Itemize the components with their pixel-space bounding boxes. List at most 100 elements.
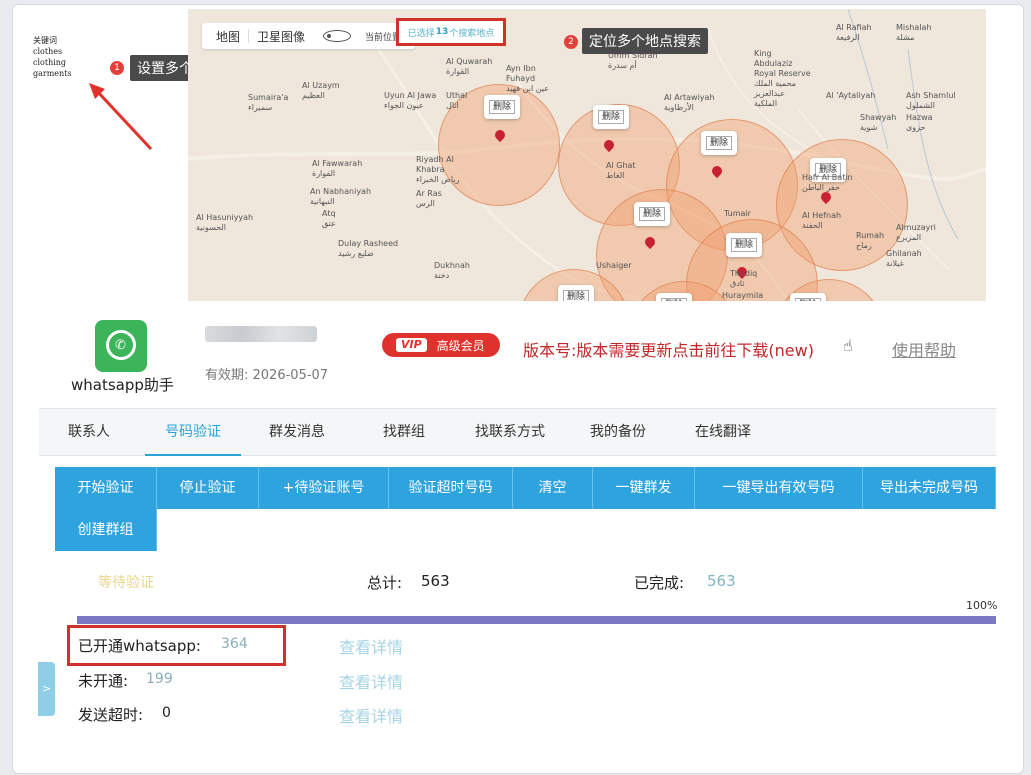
progress-percent: 100% xyxy=(966,599,998,612)
opened-whatsapp-value: 364 xyxy=(221,636,248,652)
stop-verify-button[interactable]: 停止验证 xyxy=(157,467,259,509)
current-location-button[interactable]: 当前位置 xyxy=(313,30,409,43)
map-place-label: Al Fawwarah الفوارة xyxy=(312,159,363,178)
vip-badge: VIP 高级会员 xyxy=(382,333,500,357)
map-place-label: Ash Shamlul الشملول xyxy=(906,91,956,110)
verify-status: 等待验证 xyxy=(98,575,154,591)
keyword-title: 关键词 xyxy=(33,36,57,45)
map-place-label: Al Hasuniyyah الحسونية xyxy=(196,213,254,232)
map-place-label: Rumah رماح xyxy=(856,231,885,250)
app-name: whatsapp助手 xyxy=(71,376,174,394)
tab-my-backup[interactable]: 我的备份 xyxy=(590,409,646,455)
start-verify-button[interactable]: 开始验证 xyxy=(55,467,157,509)
map-place-label: King Abdulaziz Royal Reserve محمية الملك عبد… xyxy=(754,49,811,108)
delete-location-button[interactable]: 删除 xyxy=(656,293,692,301)
map-place-label: Al Uzaym العظيم xyxy=(302,81,340,100)
map-place-label: Ushaiger xyxy=(596,261,632,270)
tab-bulk-message[interactable]: 群发消息 xyxy=(269,409,325,455)
not-opened-value: 199 xyxy=(146,671,173,687)
map-place-label: Dukhnah دخنة xyxy=(434,261,470,280)
map-place-label: Ayn Ibn Fuhayd عين ابن فهيد xyxy=(506,64,550,93)
map-place-label: Shawyah شوية xyxy=(860,113,897,132)
completed-label: 已完成: xyxy=(634,574,685,592)
clear-button[interactable]: 清空 xyxy=(513,467,593,509)
export-incomplete-numbers-button[interactable]: 导出未完成号码 xyxy=(863,467,996,509)
delete-label: 删除 xyxy=(488,100,515,114)
delete-location-button[interactable]: 删除 xyxy=(558,285,594,301)
map-place-label: Tumair xyxy=(724,209,751,218)
map-place-label: Almuzayri المزيرع xyxy=(896,223,936,242)
view-details-link[interactable]: 查看详情 xyxy=(339,703,403,727)
map-place-label: Al Artawiyah الأرطاوية xyxy=(664,93,715,112)
map-place-label: Huraymila xyxy=(722,291,764,300)
one-click-broadcast-button[interactable]: 一键群发 xyxy=(593,467,695,509)
map-type-switcher: 地图 卫星图像 当前位置 xyxy=(202,23,416,49)
delete-location-button[interactable]: 删除 xyxy=(593,105,629,129)
left-background-strip xyxy=(0,0,12,775)
delete-label: 删除 xyxy=(705,136,732,150)
add-pending-accounts-button[interactable]: +待验证账号 xyxy=(259,467,389,509)
selected-count: 13 xyxy=(435,27,449,37)
map-place-label: Uthal اثال xyxy=(446,91,468,110)
map-place-label: Ghilanah غيلانة xyxy=(886,249,922,268)
view-details-link[interactable]: 查看详情 xyxy=(339,669,403,693)
main-tabs: 联系人 号码验证 群发消息 找群组 找联系方式 我的备份 在线翻译 xyxy=(39,408,996,456)
whatsapp-logo-icon: ✆ xyxy=(95,320,147,372)
map-place-label: Mishalah مشلة xyxy=(896,23,932,42)
map-place-label: Al Quwarah القوارة xyxy=(446,57,493,76)
map-place-label: Uyun Al Jawa عيون الجواء xyxy=(384,91,437,110)
tab-contacts[interactable]: 联系人 xyxy=(68,409,110,455)
annotation-arrow xyxy=(89,83,153,151)
create-group-button[interactable]: 创建群组 xyxy=(55,509,157,551)
tab-online-translate[interactable]: 在线翻译 xyxy=(695,409,751,455)
progress-bar-fill xyxy=(77,616,996,624)
tab-map[interactable]: 地图 xyxy=(208,28,248,45)
map-place-label: Al Ghat الغاط xyxy=(606,161,636,180)
map-place-label: An Nabhaniyah النبهانية xyxy=(310,187,372,206)
send-timeout-label: 发送超时: xyxy=(78,706,144,724)
delete-location-button[interactable]: 删除 xyxy=(701,131,737,155)
view-details-link[interactable]: 查看详情 xyxy=(339,634,403,658)
map-place-label: Al Rafiah الرفيعة xyxy=(836,23,872,42)
tab-satellite[interactable]: 卫星图像 xyxy=(249,28,313,45)
tab-number-verify[interactable]: 号码验证 xyxy=(145,409,241,456)
send-timeout-value: 0 xyxy=(162,705,171,721)
delete-location-button[interactable]: 删除 xyxy=(726,233,762,257)
callout-1-badge: 1 xyxy=(110,61,124,75)
export-valid-numbers-button[interactable]: 一键导出有效号码 xyxy=(695,467,863,509)
username-blurred xyxy=(205,326,317,342)
map-canvas[interactable]: 地图 卫星图像 当前位置 已选择 13 个搜索地点 2 定位多个地点搜索 删除 … xyxy=(188,9,986,301)
help-link[interactable]: 使用帮助 xyxy=(892,337,956,361)
not-opened-label: 未开通: xyxy=(78,672,129,690)
selected-locations-indicator[interactable]: 已选择 13 个搜索地点 xyxy=(396,18,506,46)
map-place-label: Hafr Al Batin حفر الباطن xyxy=(802,173,853,192)
vip-tag: VIP xyxy=(396,338,427,352)
delete-label: 删除 xyxy=(562,290,589,301)
delete-location-button[interactable]: 删除 xyxy=(790,293,826,301)
completed-value: 563 xyxy=(707,572,736,590)
map-place-label: Ar Ras الرس xyxy=(416,189,442,208)
delete-location-button[interactable]: 删除 xyxy=(634,202,670,226)
vip-level: 高级会员 xyxy=(436,338,485,353)
map-place-label: Hazwa حزوى xyxy=(906,113,933,132)
delete-label: 删除 xyxy=(794,298,821,301)
selected-suffix: 个搜索地点 xyxy=(449,28,495,39)
delete-label: 删除 xyxy=(638,207,665,221)
map-place-label: Dulay Rasheed ضليع رشيد xyxy=(338,239,399,258)
map-place-label: Al Hefnah الحفنة xyxy=(802,211,842,230)
map-place-label: Riyadh Al Khabra رياض الخبراء xyxy=(416,155,460,184)
side-expand-tab[interactable]: > xyxy=(38,662,55,716)
callout-2-badge: 2 xyxy=(564,35,578,49)
map-place-label: Al 'Aytaliyah xyxy=(826,91,876,100)
verify-timeout-numbers-button[interactable]: 验证超时号码 xyxy=(389,467,513,509)
delete-location-button[interactable]: 删除 xyxy=(484,95,520,119)
delete-label: 删除 xyxy=(597,110,624,124)
tab-find-groups[interactable]: 找群组 xyxy=(383,409,425,455)
tab-find-contacts[interactable]: 找联系方式 xyxy=(475,409,545,455)
delete-label: 删除 xyxy=(660,298,687,301)
progress-bar xyxy=(77,616,996,624)
version-update-link[interactable]: 版本号:版本需要更新点击前往下载(new) xyxy=(523,337,814,361)
expiration-date: 有效期: 2026-05-07 xyxy=(205,368,329,383)
total-label: 总计: xyxy=(367,574,403,592)
map-place-label: Thadiq ثادق xyxy=(730,269,758,288)
